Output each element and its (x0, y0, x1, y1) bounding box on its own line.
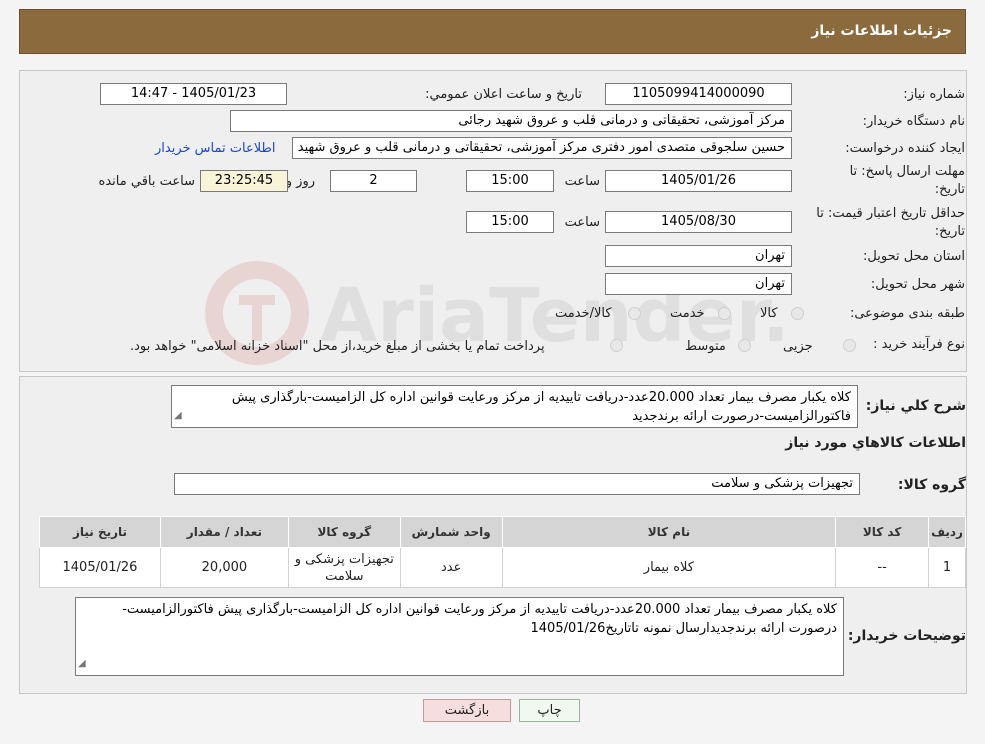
category-radio-service[interactable] (718, 307, 731, 320)
resize-grip-icon[interactable]: ◢ (174, 406, 182, 425)
cell-date: 1405/01/26 (39, 547, 161, 588)
creator-label: ایجاد کننده درخواست: (845, 141, 965, 156)
page-header: جزئیات اطلاعات نیاز (19, 9, 966, 54)
validity-label: حداقل تاریخ اعتبار قیمت: تا (816, 206, 965, 221)
goods-section-title: اطلاعات کالاهاي مورد نياز (785, 435, 966, 451)
province-field[interactable]: تهران (605, 245, 792, 267)
deadline-date-field[interactable]: 1405/01/26 (605, 170, 792, 192)
page-title: جزئیات اطلاعات نیاز (811, 23, 952, 39)
back-button[interactable]: بازگشت (423, 699, 511, 722)
city-field[interactable]: تهران (605, 273, 792, 295)
category-radio-goods[interactable] (791, 307, 804, 320)
buyer-notes-label: توضیحات خریدار: (847, 628, 966, 644)
category-label: طبقه بندی موضوعی: (849, 306, 965, 321)
goods-group-label: گروه کالا: (897, 477, 966, 493)
remaining-label: ساعت باقي مانده (98, 174, 195, 189)
col-header-date: تاریخ نیاز (39, 516, 161, 548)
city-label: شهر محل تحویل: (870, 277, 965, 292)
col-header-name: نام کالا (501, 516, 837, 548)
col-header-unit: واحد شمارش (399, 516, 503, 548)
announce-field[interactable]: 1405/01/23 - 14:47 (100, 83, 287, 105)
purchase-note: پرداخت تمام یا بخشی از مبلغ خرید،از محل … (130, 339, 545, 354)
buyer-contact-link[interactable]: اطلاعات تماس خریدار (155, 141, 275, 156)
cell-group: تجهیزات پزشکی و سلامت (287, 547, 401, 588)
deadline-label-date: تاریخ: (934, 182, 965, 197)
validity-label-date: تاریخ: (934, 224, 965, 239)
validity-date-field[interactable]: 1405/08/30 (605, 211, 792, 233)
description-label: شرح کلي نياز: (865, 398, 966, 414)
description-textarea[interactable]: کلاه یکبار مصرف بیمار تعداد 20.000عدد-در… (171, 385, 858, 428)
cell-quantity: 20,000 (159, 547, 289, 588)
description-text: کلاه یکبار مصرف بیمار تعداد 20.000عدد-در… (231, 390, 851, 424)
validity-time-label: ساعت (564, 215, 600, 230)
need-number-field[interactable]: 1105099414000090 (605, 83, 792, 105)
buyer-notes-textarea[interactable]: کلاه یکبار مصرف بیمار تعداد 20.000عدد-در… (75, 597, 844, 676)
days-remaining-field: 2 (330, 170, 417, 192)
countdown-timer: 23:25:45 (200, 170, 288, 192)
deadline-time-field[interactable]: 15:00 (466, 170, 554, 192)
cell-name: کلاه بیمار (501, 547, 837, 588)
goods-table: ردیف کد کالا نام کالا واحد شمارش گروه کا… (39, 516, 966, 588)
category-radio-goods-service[interactable] (628, 307, 641, 320)
col-header-group: گروه کالا (287, 516, 401, 548)
deadline-time-label: ساعت (564, 174, 600, 189)
category-option-goods-service: کالا/خدمت (555, 306, 612, 321)
resize-grip-icon[interactable]: ◢ (78, 654, 86, 673)
days-label: روز و (285, 174, 315, 189)
cell-row-number: 1 (928, 547, 966, 588)
province-label: استان محل تحویل: (863, 249, 965, 264)
purchase-radio-medium[interactable] (738, 339, 751, 352)
buyer-org-label: نام دستگاه خریدار: (862, 114, 965, 129)
buyer-org-field[interactable]: مرکز آموزشی، تحقیقاتی و درمانی قلب و عرو… (230, 110, 792, 132)
deadline-label: مهلت ارسال پاسخ: تا (849, 164, 965, 179)
print-button[interactable]: چاپ (519, 699, 580, 722)
category-option-service: خدمت (670, 306, 705, 321)
table-header-row: ردیف کد کالا نام کالا واحد شمارش گروه کا… (39, 516, 966, 548)
purchase-option-medium: متوسط (685, 339, 726, 354)
announce-label: تاریخ و ساعت اعلان عمومي: (425, 87, 582, 102)
col-header-code: کد کالا (835, 516, 930, 548)
need-number-label: شماره نیاز: (903, 87, 965, 102)
purchase-type-label: نوع فرآیند خرید : (873, 337, 965, 352)
col-header-row: ردیف (928, 516, 966, 548)
purchase-option-minor: جزیی (783, 339, 813, 354)
category-option-goods: کالا (760, 306, 778, 321)
purchase-radio-treasury[interactable] (610, 339, 623, 352)
purchase-radio-minor[interactable] (843, 339, 856, 352)
creator-field[interactable]: حسین سلجوقی متصدی امور دفتری مرکز آموزشی… (292, 137, 792, 159)
cell-unit: عدد (399, 547, 503, 588)
table-row: 1 -- کلاه بیمار عدد تجهیزات پزشکی و سلام… (39, 547, 966, 588)
cell-code: -- (835, 547, 930, 588)
buyer-notes-text: کلاه یکبار مصرف بیمار تعداد 20.000عدد-در… (122, 602, 837, 636)
col-header-quantity: تعداد / مقدار (159, 516, 289, 548)
goods-group-field[interactable]: تجهیزات پزشکی و سلامت (174, 473, 860, 495)
validity-time-field[interactable]: 15:00 (466, 211, 554, 233)
